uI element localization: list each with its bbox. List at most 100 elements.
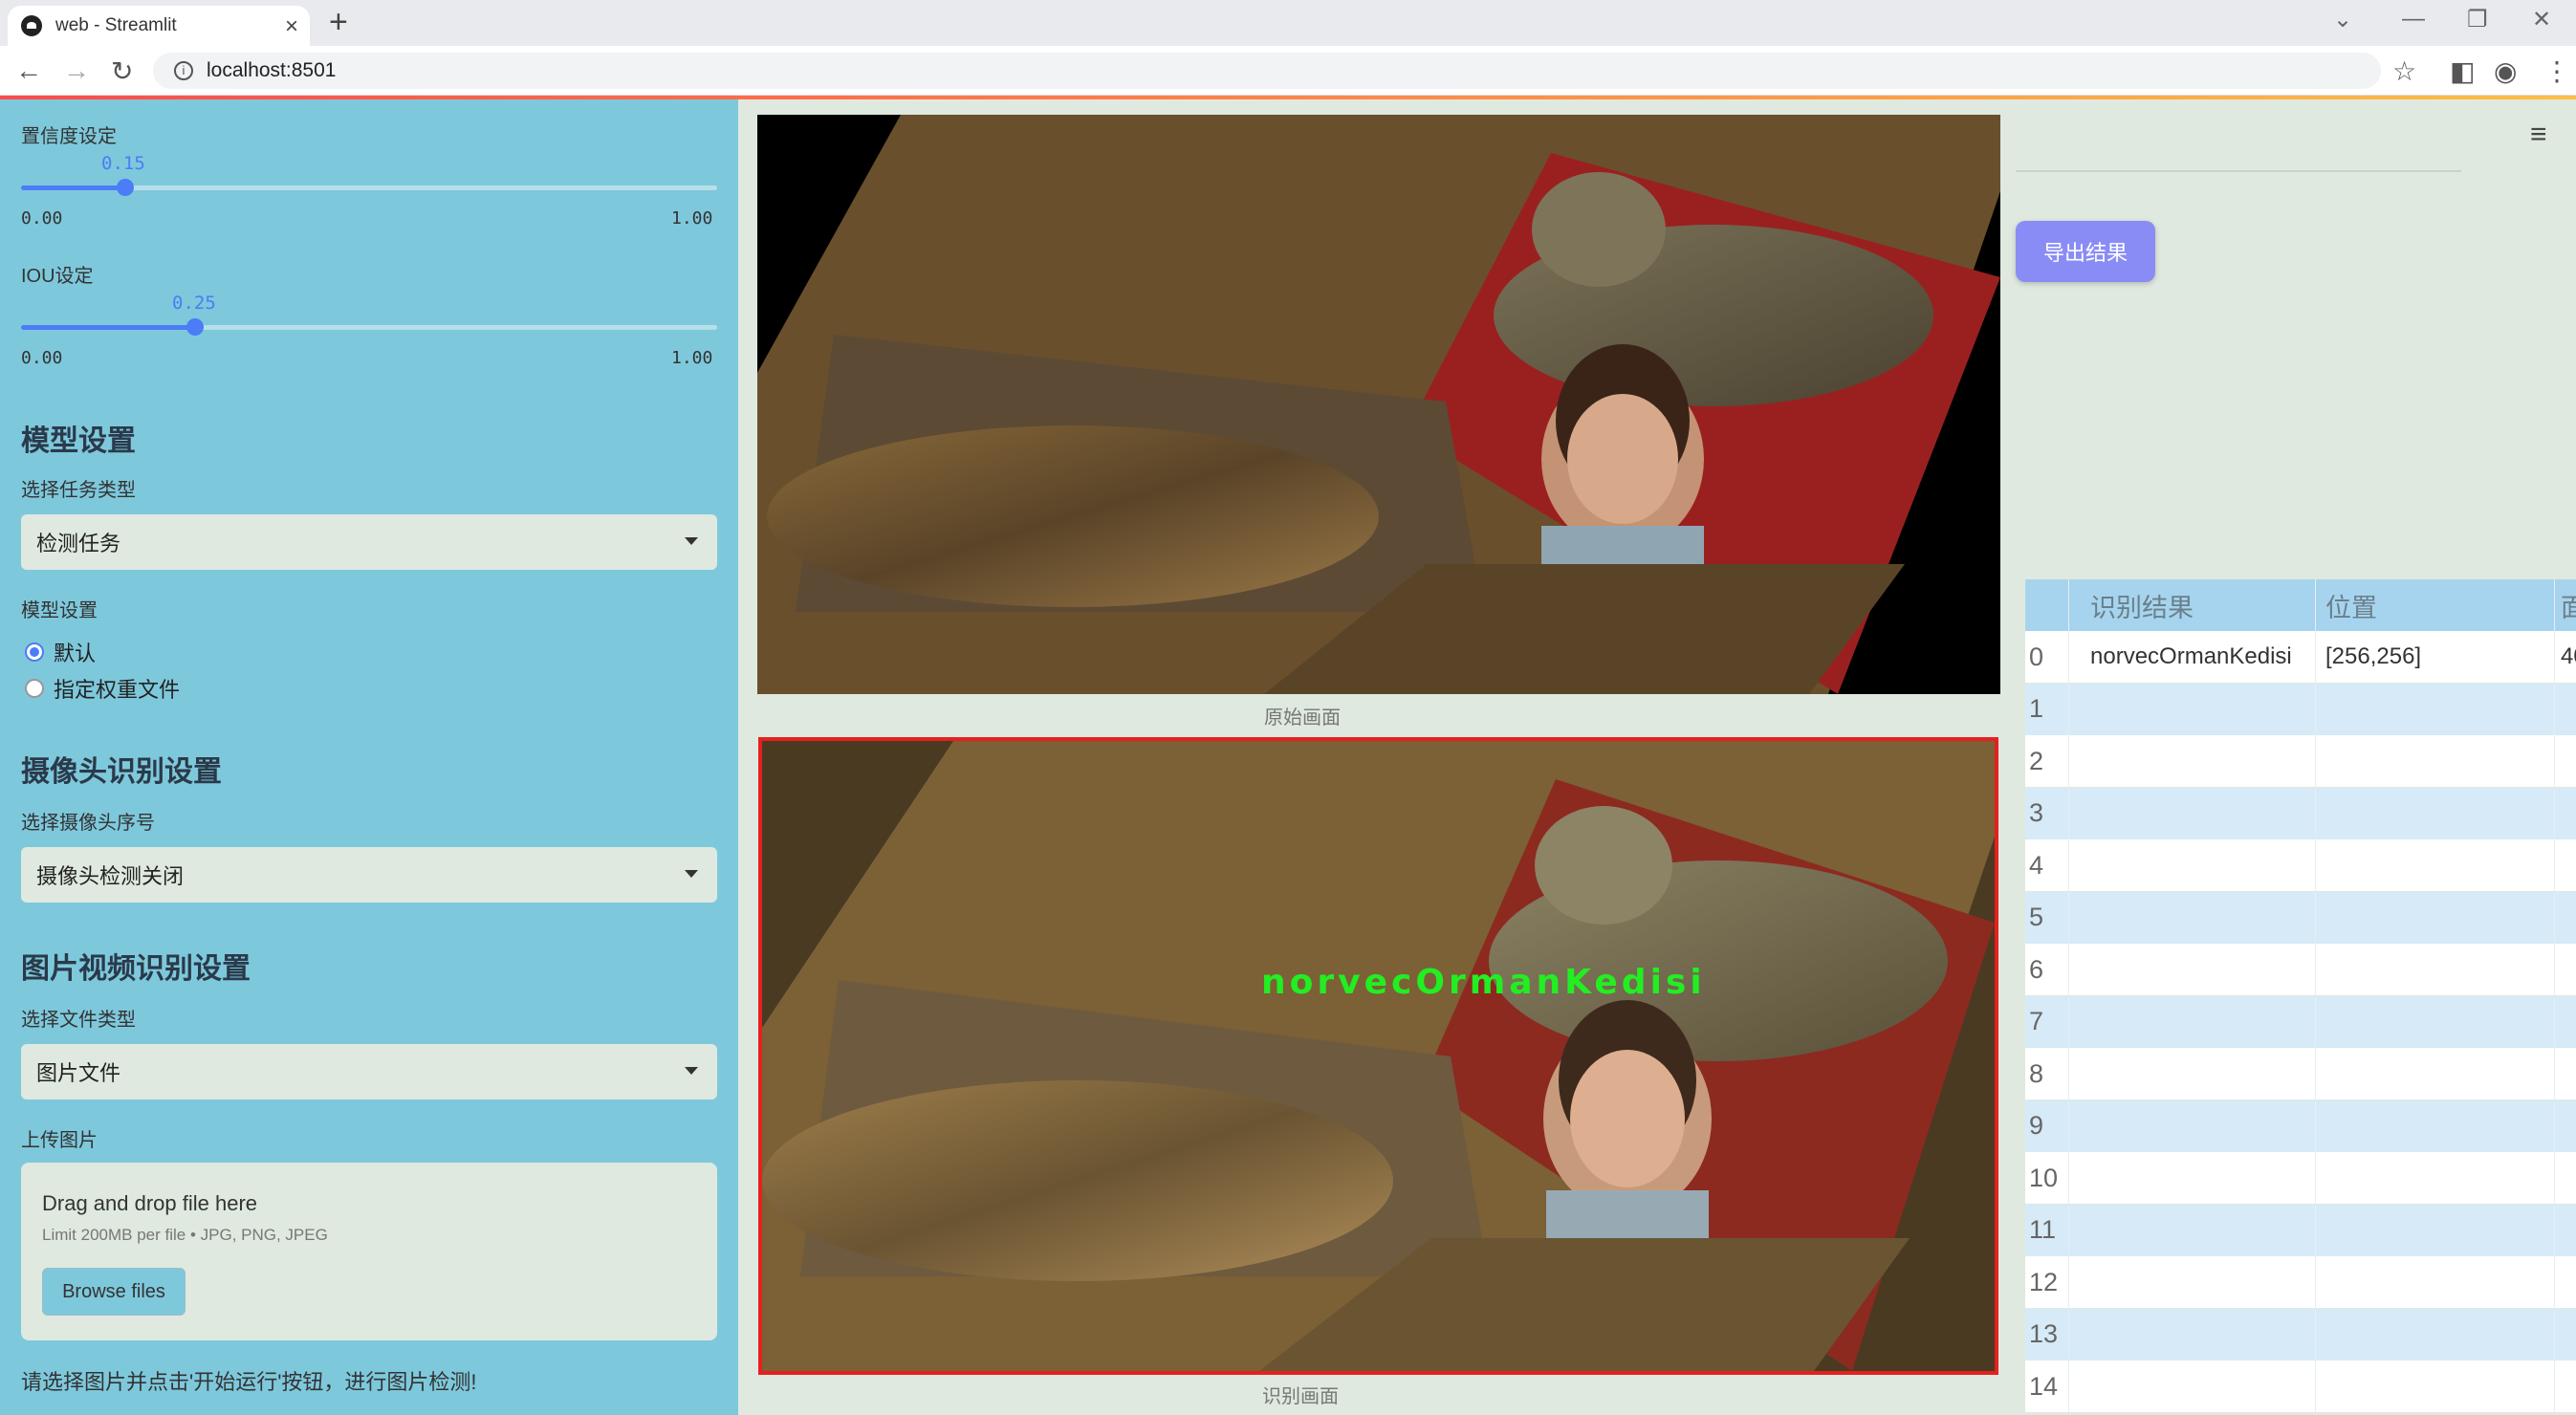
table-row[interactable]: 13 xyxy=(2025,1308,2576,1361)
detected-caption: 识别画面 xyxy=(1262,1386,1339,1407)
table-row[interactable]: 4 xyxy=(2025,839,2576,891)
result-cell xyxy=(2069,944,2316,995)
table-row[interactable]: 6 xyxy=(2025,944,2576,995)
iou-slider[interactable] xyxy=(21,318,717,336)
radio-default-label: 默认 xyxy=(54,642,97,665)
area-cell xyxy=(2555,996,2576,1048)
table-row[interactable]: 0norvecOrmanKedisi[256,256]4096000.01 xyxy=(2025,631,2576,683)
url-text: localhost:8501 xyxy=(207,59,337,81)
streamlit-favicon-icon xyxy=(21,15,42,36)
confidence-slider[interactable] xyxy=(21,179,717,196)
column-header[interactable]: 面积 xyxy=(2555,579,2576,631)
dropzone-limit: Limit 200MB per file • JPG, PNG, JPEG xyxy=(42,1226,328,1244)
position-cell xyxy=(2316,1256,2555,1308)
table-row[interactable]: 14 xyxy=(2025,1361,2576,1412)
column-header[interactable]: 位置 xyxy=(2316,579,2555,631)
star-icon[interactable]: ☆ xyxy=(2392,55,2416,87)
iou-slider-thumb[interactable] xyxy=(186,318,204,336)
profile-icon[interactable]: ◉ xyxy=(2494,55,2517,87)
chevron-down-icon xyxy=(685,1067,698,1075)
result-cell xyxy=(2069,735,2316,787)
table-row[interactable]: 8 xyxy=(2025,1048,2576,1099)
radio-custom-label: 指定权重文件 xyxy=(54,678,181,702)
file-type-select[interactable]: 图片文件 xyxy=(21,1044,717,1099)
task-type-select[interactable]: 检测任务 xyxy=(21,514,717,570)
original-image xyxy=(757,115,2000,694)
row-index: 14 xyxy=(2025,1361,2069,1412)
model-section-heading: 模型设置 xyxy=(21,425,136,457)
table-row[interactable]: 10 xyxy=(2025,1152,2576,1204)
media-section-heading: 图片视频识别设置 xyxy=(21,953,251,985)
confidence-label: 置信度设定 xyxy=(21,126,117,147)
dropzone-title: Drag and drop file here xyxy=(42,1191,258,1215)
browser-tab[interactable]: web - Streamlit × xyxy=(8,6,310,46)
iou-min: 0.00 xyxy=(21,348,63,368)
file-dropzone[interactable]: Drag and drop file here Limit 200MB per … xyxy=(21,1163,717,1340)
table-row[interactable]: 11 xyxy=(2025,1204,2576,1256)
table-row[interactable]: 2 xyxy=(2025,735,2576,787)
sidebar-note: 请选择图片并点击'开始运行'按钮，进行图片检测! xyxy=(21,1370,477,1394)
confidence-min: 0.00 xyxy=(21,208,63,229)
confidence-slider-thumb[interactable] xyxy=(117,179,134,196)
position-cell xyxy=(2316,1204,2555,1256)
area-cell xyxy=(2555,1152,2576,1204)
restore-icon[interactable]: ❐ xyxy=(2467,6,2488,33)
area-cell xyxy=(2555,1309,2576,1361)
result-cell xyxy=(2069,839,2316,891)
table-header: 识别结果位置面积时间 xyxy=(2025,579,2576,631)
result-cell xyxy=(2069,995,2316,1048)
area-cell xyxy=(2555,1205,2576,1256)
chevron-down-icon[interactable]: ⌄ xyxy=(2333,6,2352,33)
table-row[interactable]: 1 xyxy=(2025,683,2576,735)
radio-selected-icon xyxy=(25,642,44,662)
close-window-icon[interactable]: ✕ xyxy=(2532,6,2551,33)
kebab-menu-icon[interactable]: ⋮ xyxy=(2543,55,2570,87)
column-header[interactable] xyxy=(2025,579,2069,631)
radio-default[interactable]: 默认 xyxy=(25,637,96,667)
table-row[interactable]: 9 xyxy=(2025,1099,2576,1152)
results-table[interactable]: 识别结果位置面积时间0norvecOrmanKedisi[256,256]409… xyxy=(2025,579,2576,1415)
close-icon[interactable]: × xyxy=(285,13,298,40)
position-cell xyxy=(2316,839,2555,891)
reload-icon[interactable]: ↻ xyxy=(111,55,133,87)
back-icon[interactable]: ← xyxy=(15,55,42,86)
row-index: 3 xyxy=(2025,787,2069,839)
row-index: 8 xyxy=(2025,1048,2069,1099)
column-header[interactable]: 识别结果 xyxy=(2069,579,2316,631)
result-cell xyxy=(2069,1099,2316,1152)
table-row[interactable]: 12 xyxy=(2025,1256,2576,1308)
row-index: 9 xyxy=(2025,1099,2069,1152)
model-setting-label: 模型设置 xyxy=(21,600,98,621)
area-cell: 4096000.0 xyxy=(2555,631,2576,683)
minimize-icon[interactable]: — xyxy=(2402,6,2425,33)
result-cell: norvecOrmanKedisi xyxy=(2069,631,2316,683)
new-tab-icon[interactable]: + xyxy=(329,4,348,41)
area-cell xyxy=(2555,839,2576,891)
area-cell xyxy=(2555,944,2576,995)
side-panel-icon[interactable]: ◧ xyxy=(2450,55,2475,87)
hamburger-menu-icon[interactable]: ≡ xyxy=(2530,119,2547,151)
position-cell xyxy=(2316,1308,2555,1361)
forward-icon[interactable]: → xyxy=(63,55,90,86)
position-cell xyxy=(2316,735,2555,787)
table-row[interactable]: 5 xyxy=(2025,891,2576,944)
original-caption: 原始画面 xyxy=(1264,708,1341,729)
export-results-button[interactable]: 导出结果 xyxy=(2016,221,2155,282)
tab-title: web - Streamlit xyxy=(55,15,177,35)
browse-files-button[interactable]: Browse files xyxy=(42,1268,186,1316)
upload-label: 上传图片 xyxy=(21,1130,98,1151)
area-cell xyxy=(2555,735,2576,787)
iou-slider-fill xyxy=(21,325,195,330)
position-cell xyxy=(2316,1361,2555,1412)
iou-max: 1.00 xyxy=(671,348,713,368)
area-cell xyxy=(2555,684,2576,735)
area-cell xyxy=(2555,788,2576,839)
result-cell xyxy=(2069,1048,2316,1099)
radio-custom-weights[interactable]: 指定权重文件 xyxy=(25,673,180,704)
camera-index-select[interactable]: 摄像头检测关闭 xyxy=(21,847,717,903)
info-icon[interactable]: i xyxy=(174,61,193,80)
result-cell xyxy=(2069,683,2316,735)
url-bar[interactable]: i localhost:8501 xyxy=(153,53,2381,89)
table-row[interactable]: 3 xyxy=(2025,787,2576,839)
table-row[interactable]: 7 xyxy=(2025,995,2576,1048)
